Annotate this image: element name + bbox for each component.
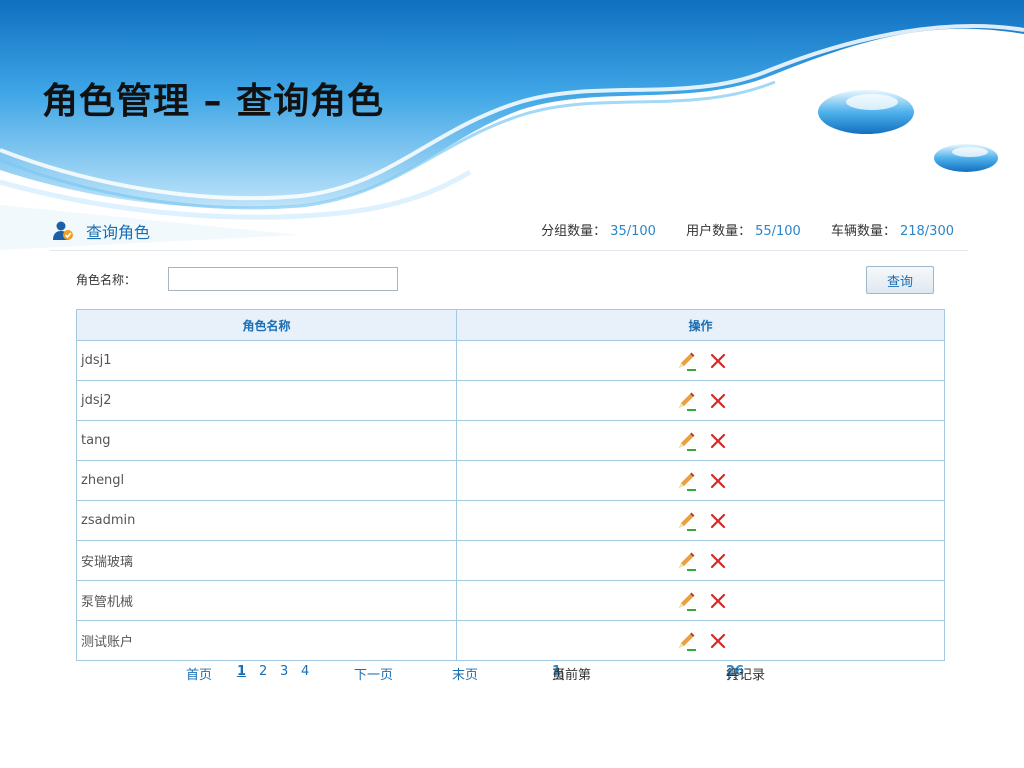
delete-x-icon[interactable] bbox=[709, 552, 727, 570]
table-header-row: 角色名称 操作 bbox=[76, 309, 945, 341]
table-row: jdsj2 bbox=[76, 380, 945, 421]
delete-x-icon[interactable] bbox=[709, 472, 727, 490]
stat-value: 218/300 bbox=[899, 224, 954, 239]
section-title: 查询角色 bbox=[86, 223, 151, 242]
table-row: 安瑞玻璃 bbox=[76, 540, 945, 581]
first-page-link[interactable]: 首页 bbox=[186, 664, 212, 683]
next-page-link[interactable]: 下一页 bbox=[354, 664, 393, 683]
role-name-cell: 泵管机械 bbox=[76, 580, 457, 621]
role-name-input[interactable] bbox=[168, 267, 398, 291]
delete-x-icon[interactable] bbox=[709, 392, 727, 410]
actions-cell bbox=[456, 460, 945, 501]
edit-pencil-icon[interactable] bbox=[675, 470, 697, 492]
delete-x-icon[interactable] bbox=[709, 432, 727, 450]
actions-cell bbox=[456, 620, 945, 661]
section-header: 查询角色 分组数量： 35/100 用户数量： 55/100 车辆数量： 218/30… bbox=[50, 214, 968, 251]
actions-cell bbox=[456, 540, 945, 581]
stat-label: 分组数量： bbox=[541, 224, 607, 239]
edit-pencil-icon[interactable] bbox=[675, 550, 697, 572]
page-number-3[interactable]: 3 bbox=[280, 664, 288, 679]
actions-cell bbox=[456, 500, 945, 541]
table-row: zsadmin bbox=[76, 500, 945, 541]
last-page-link[interactable]: 末页 bbox=[452, 664, 478, 683]
role-name-cell: zsadmin bbox=[76, 500, 457, 541]
edit-pencil-icon[interactable] bbox=[675, 430, 697, 452]
role-name-cell: zhengl bbox=[76, 460, 457, 501]
stat-users: 用户数量： 55/100 bbox=[686, 220, 801, 239]
column-header-actions: 操作 bbox=[456, 309, 945, 341]
role-name-cell: jdsj1 bbox=[76, 340, 457, 381]
delete-x-icon[interactable] bbox=[709, 592, 727, 610]
table-body: jdsj1 jdsj2 tang zhengl zsadmin 安瑞玻璃 泵管机械 测试账户 bbox=[76, 340, 945, 661]
stat-label: 用户数量： bbox=[686, 224, 752, 239]
role-name-cell: jdsj2 bbox=[76, 380, 457, 421]
user-icon bbox=[53, 221, 73, 240]
table-row: jdsj1 bbox=[76, 340, 945, 381]
page-number-4[interactable]: 4 bbox=[301, 664, 309, 679]
stat-vehicles: 车辆数量： 218/300 bbox=[831, 220, 954, 239]
edit-pencil-icon[interactable] bbox=[675, 510, 697, 532]
pagination: 首页 1 2 3 4 下一页 末页 当前第 1 页 共 26 行记录 bbox=[0, 664, 1024, 684]
water-wave-background bbox=[0, 0, 1024, 250]
edit-pencil-icon[interactable] bbox=[675, 350, 697, 372]
role-name-cell: 测试账户 bbox=[76, 620, 457, 661]
actions-cell bbox=[456, 420, 945, 461]
role-name-cell: 安瑞玻璃 bbox=[76, 540, 457, 581]
actions-cell bbox=[456, 380, 945, 421]
delete-x-icon[interactable] bbox=[709, 352, 727, 370]
actions-cell bbox=[456, 580, 945, 621]
role-name-cell: tang bbox=[76, 420, 457, 461]
roles-table: 角色名称 操作 jdsj1 jdsj2 tang zhengl zsadmin 安瑞玻璃泵… bbox=[76, 309, 945, 661]
header-banner: 角色管理 – 查询角色 bbox=[0, 0, 1024, 250]
edit-pencil-icon[interactable] bbox=[675, 590, 697, 612]
delete-x-icon[interactable] bbox=[709, 512, 727, 530]
stat-groups: 分组数量： 35/100 bbox=[541, 220, 656, 239]
page-number-2[interactable]: 2 bbox=[259, 664, 267, 679]
stat-label: 车辆数量： bbox=[830, 224, 896, 239]
table-row: 泵管机械 bbox=[76, 580, 945, 621]
search-button[interactable]: 查询 bbox=[866, 266, 934, 294]
column-header-role-name: 角色名称 bbox=[76, 309, 457, 341]
page-title: 角色管理 – 查询角色 bbox=[42, 81, 385, 122]
edit-pencil-icon[interactable] bbox=[675, 630, 697, 652]
stats-bar: 分组数量： 35/100 用户数量： 55/100 车辆数量： 218/300 bbox=[515, 220, 954, 239]
role-name-label: 角色名称： bbox=[76, 273, 137, 287]
table-row: tang bbox=[76, 420, 945, 461]
actions-cell bbox=[456, 340, 945, 381]
edit-pencil-icon[interactable] bbox=[675, 390, 697, 412]
stat-value: 35/100 bbox=[610, 224, 656, 239]
table-row: zhengl bbox=[76, 460, 945, 501]
stat-value: 55/100 bbox=[755, 224, 801, 239]
current-page-suffix: 页 bbox=[552, 668, 566, 683]
table-row: 测试账户 bbox=[76, 620, 945, 661]
total-records-suffix: 行记录 bbox=[726, 668, 766, 683]
delete-x-icon[interactable] bbox=[709, 632, 727, 650]
page-number-1[interactable]: 1 bbox=[237, 664, 246, 679]
